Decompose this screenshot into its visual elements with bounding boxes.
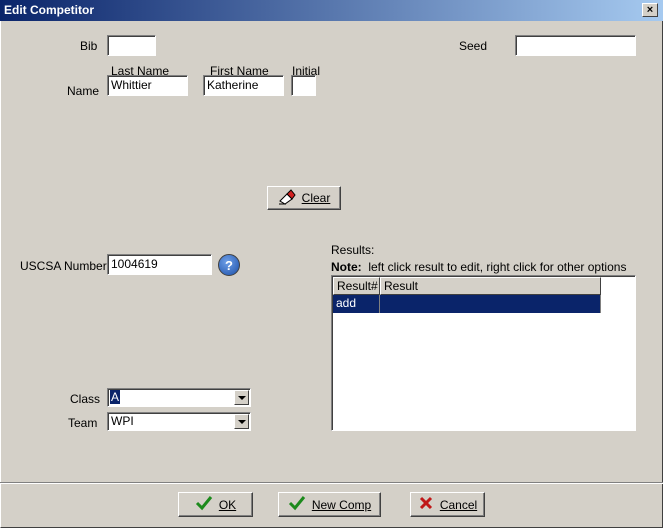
checkmark-icon <box>195 495 213 514</box>
seed-label: Seed <box>459 39 488 53</box>
bib-input[interactable] <box>107 35 156 56</box>
team-value: WPI <box>111 414 134 428</box>
bib-label: Bib <box>80 39 98 53</box>
class-value: A <box>110 390 121 404</box>
uscsa-input[interactable]: 1004619 <box>107 254 212 275</box>
last-name-input[interactable]: Whittier <box>107 75 188 96</box>
results-note: Note: left click result to edit, right c… <box>331 260 626 274</box>
clear-button[interactable]: Clear <box>267 186 341 210</box>
close-button[interactable]: × <box>642 3 658 17</box>
team-select[interactable]: WPI <box>107 412 251 431</box>
name-label: Name <box>67 84 100 98</box>
chevron-down-icon <box>237 419 246 424</box>
class-label: Class <box>70 392 101 406</box>
ok-button[interactable]: OK <box>178 492 253 517</box>
uscsa-label: USCSA Number <box>20 259 107 273</box>
checkmark-icon <box>288 495 306 514</box>
footer-separator <box>0 482 663 484</box>
team-label: Team <box>68 416 98 430</box>
class-dropdown-button[interactable] <box>234 390 249 405</box>
help-button[interactable]: ? <box>218 254 240 276</box>
column-header-result[interactable]: Result <box>380 277 601 295</box>
results-heading: Results: <box>331 243 375 257</box>
red-x-icon <box>418 495 434 514</box>
result-row-num-cell[interactable]: add <box>333 295 380 313</box>
first-name-input[interactable]: Katherine <box>203 75 284 96</box>
team-dropdown-button[interactable] <box>234 414 249 429</box>
class-select[interactable]: A <box>107 388 251 407</box>
new-comp-button[interactable]: New Comp <box>278 492 381 517</box>
results-grid[interactable]: Result# Result add <box>331 275 636 431</box>
cancel-button-label: Cancel <box>439 497 478 512</box>
window-title: Edit Competitor <box>4 3 94 17</box>
seed-input[interactable] <box>515 35 636 56</box>
new-comp-button-label: New Comp <box>311 497 372 512</box>
result-row-result-cell[interactable] <box>380 295 601 313</box>
title-bar: Edit Competitor × <box>0 0 663 21</box>
clear-button-label: Clear <box>301 191 331 205</box>
question-icon: ? <box>225 257 233 273</box>
cancel-button[interactable]: Cancel <box>410 492 485 517</box>
eraser-icon <box>278 188 296 208</box>
note-text: left click result to edit, right click f… <box>368 260 627 274</box>
close-icon: × <box>646 3 654 16</box>
ok-button-label: OK <box>218 497 237 512</box>
column-header-result-num[interactable]: Result# <box>333 277 380 295</box>
note-bold-label: Note: <box>331 260 362 274</box>
chevron-down-icon <box>237 395 246 400</box>
initial-input[interactable] <box>291 75 316 96</box>
